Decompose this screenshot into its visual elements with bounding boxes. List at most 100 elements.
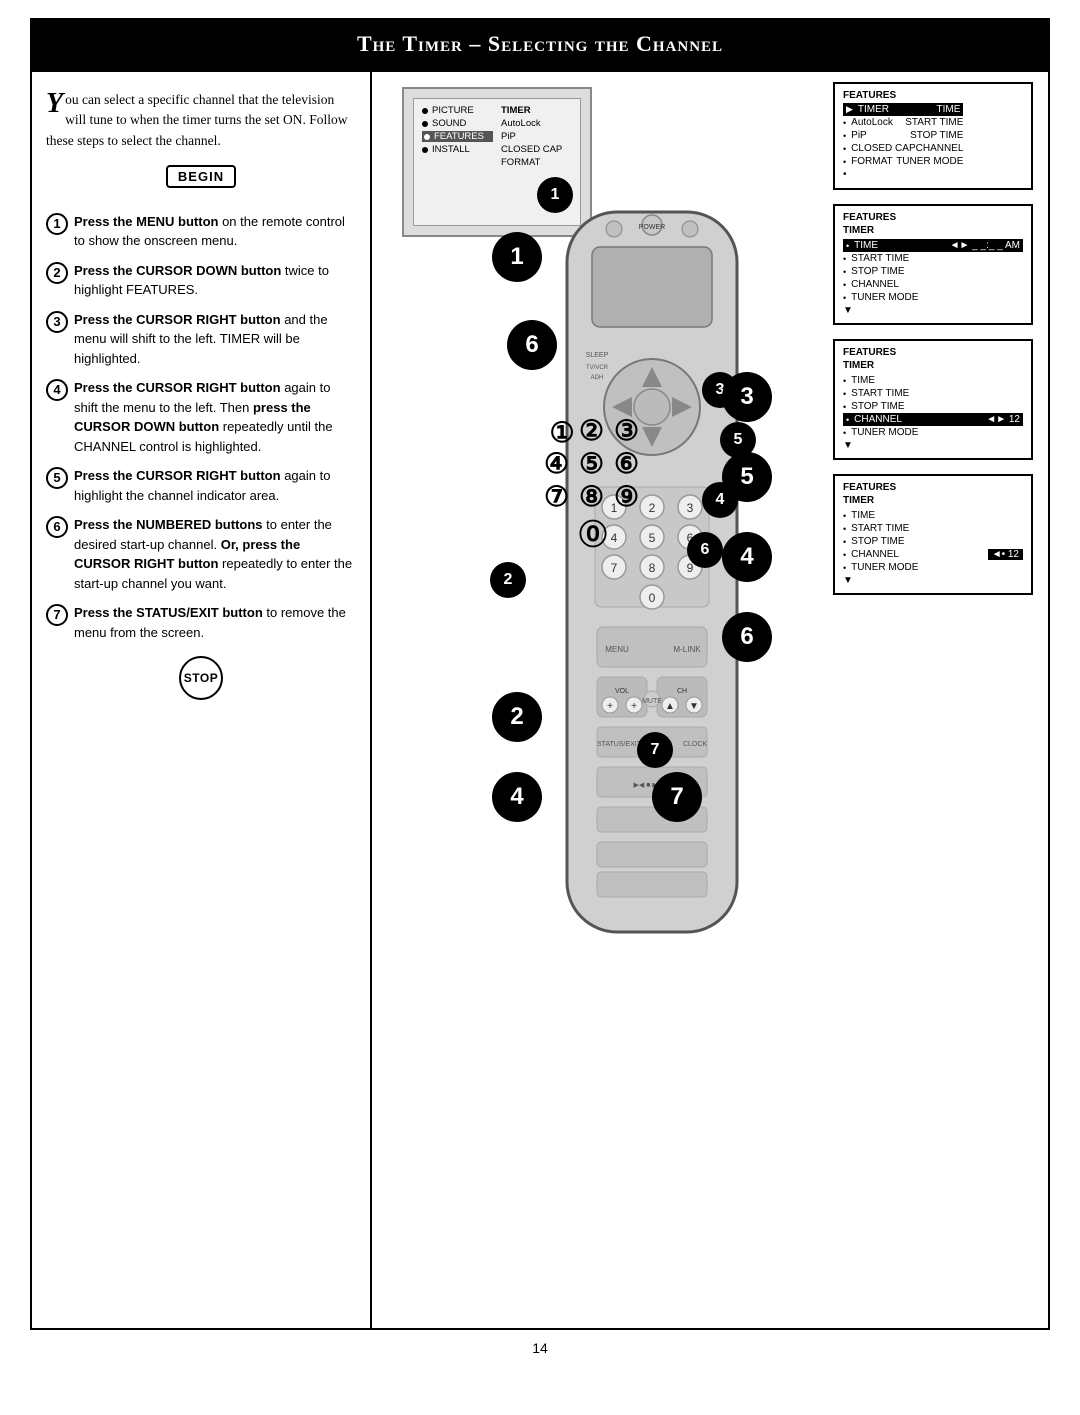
big-circle-4b: 4	[492, 772, 542, 822]
big-circle-5: 5	[722, 452, 772, 502]
svg-text:VOL: VOL	[615, 688, 629, 695]
large-num-9: ⑨	[614, 480, 639, 513]
svg-text:4: 4	[611, 531, 618, 545]
menu1-item-closedcap: •CLOSED CAP CHANNEL	[843, 142, 963, 155]
step-5-num: 5	[46, 467, 68, 489]
big-circle-2: 2	[492, 692, 542, 742]
step-4-num: 4	[46, 379, 68, 401]
step-1-num: 1	[46, 213, 68, 235]
svg-text:▼: ▼	[689, 701, 699, 712]
menu3-item-stoptime: •STOP TIME	[843, 400, 1023, 413]
scr-autolock: AutoLock	[501, 118, 572, 129]
drop-cap: Y	[46, 90, 63, 118]
menu2-item-stoptime: •STOP TIME	[843, 265, 1023, 278]
large-num-4: ④	[544, 447, 569, 480]
large-num-2: ②	[579, 414, 604, 447]
svg-text:8: 8	[649, 561, 656, 575]
page-number: 14	[0, 1330, 1080, 1366]
menu2-item-tunermode: •TUNER MODE	[843, 291, 1023, 304]
svg-text:ADH: ADH	[591, 375, 604, 381]
stop-label: STOP	[184, 671, 218, 685]
step-6: 6 Press the NUMBERED buttons to enter th…	[46, 515, 356, 593]
svg-text:▲: ▲	[665, 701, 675, 712]
step-7-text: Press the STATUS/EXIT button to remove t…	[74, 603, 356, 642]
step-6-text: Press the NUMBERED buttons to enter the …	[74, 515, 356, 593]
step-2-text: Press the CURSOR DOWN button twice to hi…	[74, 261, 356, 300]
big-circle-6: 6	[507, 320, 557, 370]
large-num-5: ⑤	[579, 447, 604, 480]
main-content: Y ou can select a specific channel that …	[30, 70, 1050, 1330]
begin-label: BEGIN	[166, 165, 236, 188]
step-5: 5 Press the CURSOR RIGHT button again to…	[46, 466, 356, 505]
tv-menu-3: FEATURES TIMER •TIME •START TIME •STOP T…	[833, 339, 1033, 460]
menu1-item-pip: •PiP STOP TIME	[843, 129, 963, 142]
svg-text:+: +	[607, 701, 613, 712]
menu3-title: FEATURES	[843, 347, 1023, 358]
scr-closed-cap: CLOSED CAP	[501, 144, 572, 155]
menus-container: FEATURES ▶TIMER TIME •AutoLock START TIM…	[833, 82, 1033, 595]
big-circle-3: 3	[722, 372, 772, 422]
svg-text:MUTE: MUTE	[642, 698, 662, 705]
step-7: 7 Press the STATUS/EXIT button to remove…	[46, 603, 356, 642]
svg-text:2: 2	[649, 501, 656, 515]
tv-menu-4: FEATURES TIMER •TIME •START TIME •STOP T…	[833, 474, 1033, 595]
page-header: The Timer – Selecting the Channel	[30, 18, 1050, 70]
menu4-item-tunermode: •TUNER MODE	[843, 561, 1023, 574]
menu2-subtitle: TIMER	[843, 225, 1023, 236]
menu4-item-time: •TIME	[843, 509, 1023, 522]
menu3-item-starttime: •START TIME	[843, 387, 1023, 400]
step-2: 2 Press the CURSOR DOWN button twice to …	[46, 261, 356, 300]
scr-features: FEATURES	[434, 131, 484, 142]
menu3-subtitle: TIMER	[843, 360, 1023, 371]
step-3-text: Press the CURSOR RIGHT button and the me…	[74, 310, 356, 369]
tv-menu-1: FEATURES ▶TIMER TIME •AutoLock START TIM…	[833, 82, 1033, 190]
big-circle-1: 1	[492, 232, 542, 282]
svg-text:M-LINK: M-LINK	[673, 645, 701, 654]
svg-text:0: 0	[649, 591, 656, 605]
menu4-item-starttime: •START TIME	[843, 522, 1023, 535]
step-5-text: Press the CURSOR RIGHT button again to h…	[74, 466, 356, 505]
menu4-arrow-down: ▼	[843, 574, 1023, 587]
menu2-item-starttime: •START TIME	[843, 252, 1023, 265]
svg-text:SLEEP: SLEEP	[586, 352, 609, 359]
big-circle-6b: 6	[722, 612, 772, 662]
menu4-item-stoptime: •STOP TIME	[843, 535, 1023, 548]
scr-install: INSTALL	[432, 144, 470, 155]
svg-text:STATUS/EXIT: STATUS/EXIT	[597, 741, 642, 748]
scr-timer-label: TIMER	[501, 105, 572, 116]
menu4-item-channel: •CHANNEL ◄• 12	[843, 548, 1023, 561]
svg-text:3: 3	[687, 501, 694, 515]
menu2-item-channel: •CHANNEL	[843, 278, 1023, 291]
svg-text:+: +	[631, 701, 637, 712]
step-1: 1 Press the MENU button on the remote co…	[46, 212, 356, 251]
step-4-text: Press the CURSOR RIGHT button again to s…	[74, 378, 356, 456]
large-num-0: ⓪	[579, 513, 607, 553]
menu4-subtitle: TIMER	[843, 495, 1023, 506]
overlay-step-2: 2	[490, 562, 526, 598]
menu1-item-timer: ▶TIMER TIME	[843, 103, 963, 116]
step-3: 3 Press the CURSOR RIGHT button and the …	[46, 310, 356, 369]
large-num-8: ⑧	[579, 480, 604, 513]
overlay-step-6: 6	[687, 532, 723, 568]
svg-text:7: 7	[611, 561, 618, 575]
svg-text:POWER: POWER	[639, 224, 665, 231]
step-3-num: 3	[46, 311, 68, 333]
big-circle-7: 7	[652, 772, 702, 822]
overlay-step-1: 1	[537, 177, 573, 213]
big-circle-4: 4	[722, 532, 772, 582]
svg-text:CH: CH	[677, 688, 687, 695]
menu3-item-tunermode: •TUNER MODE	[843, 426, 1023, 439]
step-1-text: Press the MENU button on the remote cont…	[74, 212, 356, 251]
step-4: 4 Press the CURSOR RIGHT button again to…	[46, 378, 356, 456]
svg-text:5: 5	[649, 531, 656, 545]
svg-text:MENU: MENU	[605, 645, 629, 654]
scr-sound: SOUND	[432, 118, 466, 129]
menu3-item-channel: •CHANNEL ◄► 12	[843, 413, 1023, 426]
stop-icon: STOP	[179, 656, 223, 700]
tv-menu-2: FEATURES TIMER •TIME ◄► _ _:_ _ AM •STAR…	[833, 204, 1033, 325]
menu3-arrow-down: ▼	[843, 439, 1023, 452]
svg-text:CLOCK: CLOCK	[683, 741, 707, 748]
menu1-item-dot: •	[843, 168, 963, 181]
scr-pip: PiP	[501, 131, 572, 142]
menu2-item-time: •TIME ◄► _ _:_ _ AM	[843, 239, 1023, 252]
